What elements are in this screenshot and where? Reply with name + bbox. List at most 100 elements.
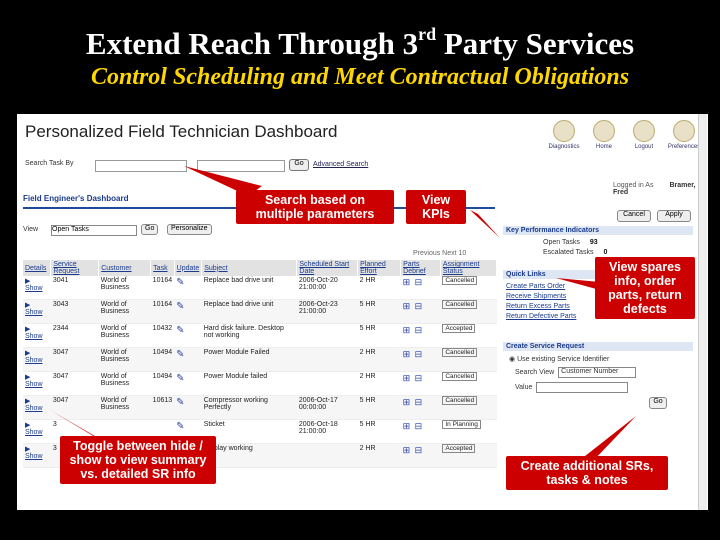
col-service-request[interactable]: Service Request bbox=[50, 260, 100, 276]
col-details[interactable]: Details bbox=[23, 260, 52, 276]
parts-debrief-icon[interactable]: ⊞ ⊟ bbox=[403, 373, 424, 383]
pencil-icon[interactable]: ✎ bbox=[176, 373, 184, 384]
col-scheduled-start[interactable]: Scheduled Start Date bbox=[296, 260, 359, 276]
parts-debrief-icon[interactable]: ⊞ ⊟ bbox=[403, 397, 424, 407]
show-link[interactable]: Show bbox=[25, 309, 43, 316]
advanced-search-link[interactable]: Advanced Search bbox=[313, 161, 368, 168]
parts-cell[interactable]: ⊞ ⊟ bbox=[400, 395, 441, 420]
parts-cell[interactable]: ⊞ ⊟ bbox=[400, 323, 441, 348]
csr-value-input[interactable] bbox=[536, 382, 629, 393]
show-link[interactable]: Show bbox=[25, 333, 43, 340]
update-cell[interactable]: ✎ bbox=[174, 347, 202, 372]
col-customer[interactable]: Customer bbox=[98, 260, 152, 276]
details-cell[interactable]: ▶ Show bbox=[23, 347, 51, 372]
col-parts-debrief[interactable]: Parts Debrief bbox=[400, 260, 441, 276]
status-cell[interactable]: Cancelled bbox=[440, 299, 497, 324]
sr-cell: 3041 bbox=[50, 276, 99, 300]
assignment-status-select[interactable]: Cancelled bbox=[442, 396, 478, 405]
expand-triangle-icon[interactable]: ▶ bbox=[25, 302, 30, 309]
parts-cell[interactable]: ⊞ ⊟ bbox=[400, 371, 441, 396]
parts-debrief-icon[interactable]: ⊞ ⊟ bbox=[403, 325, 424, 335]
update-cell[interactable]: ✎ bbox=[174, 395, 202, 420]
assignment-status-select[interactable]: Cancelled bbox=[442, 276, 478, 285]
col-assignment-status[interactable]: Assignment Status bbox=[440, 260, 498, 276]
view-select[interactable]: Open Tasks bbox=[51, 225, 137, 236]
show-link[interactable]: Show bbox=[25, 357, 43, 364]
search-go-button[interactable]: Go bbox=[289, 159, 309, 171]
details-cell[interactable]: ▶ Show bbox=[23, 371, 51, 396]
pencil-icon[interactable]: ✎ bbox=[176, 397, 184, 408]
details-cell[interactable]: ▶ Show bbox=[23, 443, 51, 468]
personalize-button[interactable]: Personalize bbox=[167, 224, 212, 235]
details-cell[interactable]: ▶ Show bbox=[23, 395, 51, 420]
pencil-icon[interactable]: ✎ bbox=[176, 325, 184, 336]
search-by-select[interactable] bbox=[95, 160, 187, 172]
details-cell[interactable]: ▶ Show bbox=[23, 276, 51, 300]
parts-cell[interactable]: ⊞ ⊟ bbox=[400, 347, 441, 372]
parts-debrief-icon[interactable]: ⊞ ⊟ bbox=[403, 445, 424, 455]
update-cell[interactable]: ✎ bbox=[174, 371, 202, 396]
parts-debrief-icon[interactable]: ⊞ ⊟ bbox=[403, 349, 424, 359]
scrollbar[interactable] bbox=[698, 114, 707, 510]
col-task[interactable]: Task bbox=[150, 260, 175, 276]
col-update[interactable]: Update bbox=[174, 260, 203, 276]
apply-button[interactable]: Apply bbox=[657, 210, 691, 222]
expand-triangle-icon[interactable]: ▶ bbox=[25, 398, 30, 405]
status-cell[interactable]: Cancelled bbox=[440, 371, 497, 396]
pagination[interactable]: Previous Next 10 bbox=[413, 250, 466, 257]
csr-go-button[interactable]: Go bbox=[649, 397, 667, 409]
cancel-button[interactable]: Cancel bbox=[617, 210, 651, 222]
parts-cell[interactable]: ⊞ ⊟ bbox=[400, 299, 441, 324]
expand-triangle-icon[interactable]: ▶ bbox=[25, 326, 30, 333]
update-cell[interactable]: ✎ bbox=[174, 323, 202, 348]
update-cell[interactable]: ✎ bbox=[174, 276, 202, 300]
assignment-status-select[interactable]: Cancelled bbox=[442, 348, 478, 357]
status-cell[interactable]: Cancelled bbox=[440, 276, 497, 300]
show-link[interactable]: Show bbox=[25, 405, 43, 412]
parts-cell[interactable]: ⊞ ⊟ bbox=[400, 276, 441, 300]
col-subject[interactable]: Subject bbox=[201, 260, 298, 276]
parts-cell[interactable]: ⊞ ⊟ bbox=[400, 443, 441, 468]
expand-triangle-icon[interactable]: ▶ bbox=[25, 278, 30, 285]
parts-debrief-icon[interactable]: ⊞ ⊟ bbox=[403, 301, 424, 311]
csr-search-select[interactable]: Customer Number bbox=[558, 367, 637, 378]
details-cell[interactable]: ▶ Show bbox=[23, 323, 51, 348]
diagnostics-button[interactable]: Diagnostics bbox=[546, 120, 582, 150]
status-cell[interactable]: Cancelled bbox=[440, 347, 497, 372]
preferences-button[interactable]: Preferences bbox=[666, 120, 702, 150]
customer-cell: World of Business bbox=[98, 371, 151, 396]
pencil-icon[interactable]: ✎ bbox=[176, 301, 184, 312]
show-link[interactable]: Show bbox=[25, 429, 43, 436]
view-go-button[interactable]: Go bbox=[141, 224, 159, 235]
parts-debrief-icon[interactable]: ⊞ ⊟ bbox=[403, 421, 424, 431]
pencil-icon[interactable]: ✎ bbox=[176, 277, 184, 288]
csr-radio[interactable]: ◉ Use existing Service Identifier bbox=[509, 355, 693, 363]
show-link[interactable]: Show bbox=[25, 285, 43, 292]
parts-cell[interactable]: ⊞ ⊟ bbox=[400, 419, 441, 444]
assignment-status-select[interactable]: Cancelled bbox=[442, 372, 478, 381]
pencil-icon[interactable]: ✎ bbox=[176, 421, 184, 432]
expand-triangle-icon[interactable]: ▶ bbox=[25, 422, 30, 429]
expand-triangle-icon[interactable]: ▶ bbox=[25, 374, 30, 381]
search-input[interactable] bbox=[197, 160, 285, 172]
update-cell[interactable]: ✎ bbox=[174, 299, 202, 324]
status-cell[interactable]: In Planning bbox=[440, 419, 497, 444]
parts-debrief-icon[interactable]: ⊞ ⊟ bbox=[403, 277, 424, 287]
home-button[interactable]: Home bbox=[586, 120, 622, 150]
assignment-status-select[interactable]: In Planning bbox=[442, 420, 481, 429]
expand-triangle-icon[interactable]: ▶ bbox=[25, 446, 30, 453]
status-cell[interactable]: Accepted bbox=[440, 323, 497, 348]
pencil-icon[interactable]: ✎ bbox=[176, 349, 184, 360]
assignment-status-select[interactable]: Cancelled bbox=[442, 300, 478, 309]
assignment-status-select[interactable]: Accepted bbox=[442, 444, 476, 453]
assignment-status-select[interactable]: Accepted bbox=[442, 324, 476, 333]
status-cell[interactable]: Accepted bbox=[440, 443, 497, 468]
expand-triangle-icon[interactable]: ▶ bbox=[25, 350, 30, 357]
details-cell[interactable]: ▶ Show bbox=[23, 299, 51, 324]
show-link[interactable]: Show bbox=[25, 453, 43, 460]
logout-button[interactable]: Logout bbox=[626, 120, 662, 150]
show-link[interactable]: Show bbox=[25, 381, 43, 388]
status-cell[interactable]: Cancelled bbox=[440, 395, 497, 420]
details-cell[interactable]: ▶ Show bbox=[23, 419, 51, 444]
col-planned-effort[interactable]: Planned Effort bbox=[357, 260, 402, 276]
